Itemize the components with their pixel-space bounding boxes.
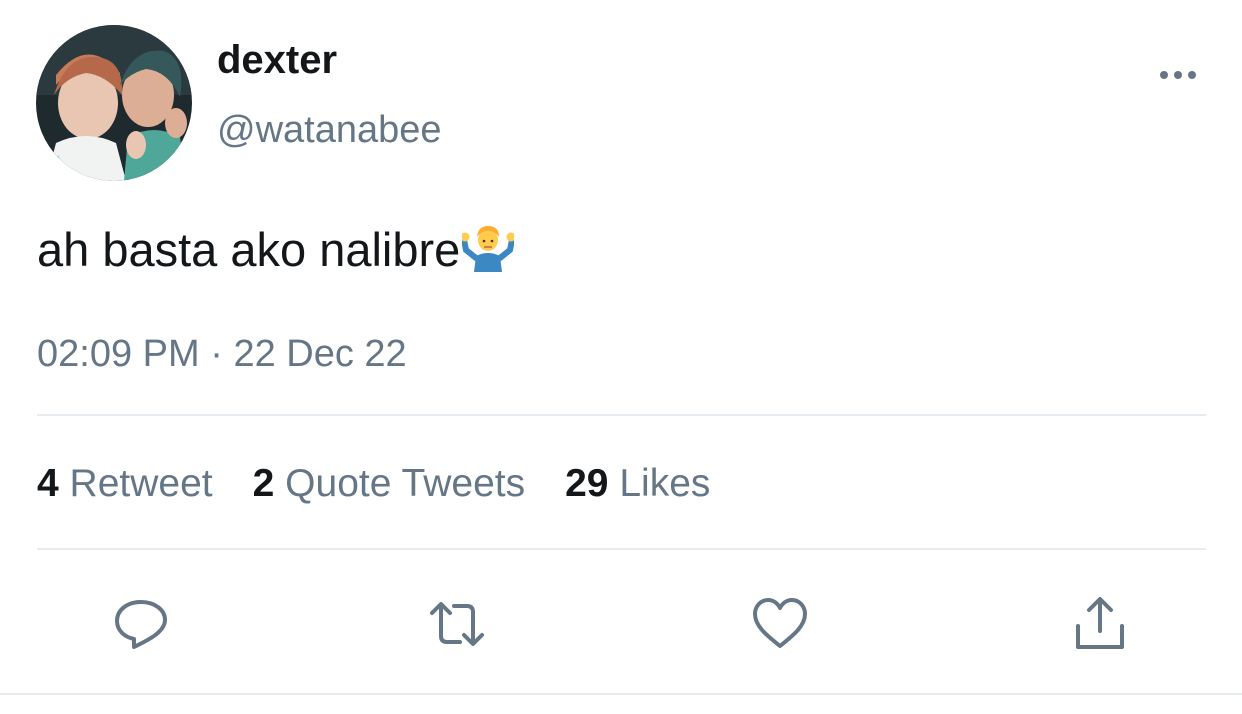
heart-icon (753, 598, 807, 648)
quote-tweets-count: 2 (252, 462, 275, 505)
user-handle[interactable]: @watanabee (217, 109, 442, 152)
man-shrugging-icon (462, 220, 515, 272)
quote-tweets-label: Quote Tweets (285, 462, 526, 505)
avatar-photo (36, 25, 192, 181)
tweet-text: ah basta ako nalibre (37, 220, 515, 277)
more-horizontal-icon (1160, 71, 1196, 79)
likes-label: Likes (619, 462, 711, 505)
tweet-text-content: ah basta ako nalibre (37, 223, 461, 276)
divider (0, 693, 1242, 695)
retweet-icon (430, 602, 484, 646)
quote-tweets-stat[interactable]: 2 Quote Tweets (253, 462, 525, 506)
display-name[interactable]: dexter (217, 38, 337, 83)
share-icon (1076, 597, 1124, 649)
avatar[interactable] (36, 25, 192, 181)
more-options-button[interactable] (1156, 60, 1200, 90)
tweet-time: 02:09 PM (37, 333, 200, 375)
retweets-stat[interactable]: 4 Retweet (37, 462, 213, 506)
tweet-timestamp[interactable]: 02:09 PM · 22 Dec 22 (37, 333, 407, 376)
likes-count: 29 (565, 462, 609, 505)
divider (37, 414, 1206, 416)
reply-icon (115, 600, 167, 649)
tweet-date: 22 Dec 22 (233, 333, 407, 375)
timestamp-separator: · (210, 333, 223, 375)
retweets-count: 4 (37, 462, 59, 505)
divider (37, 548, 1206, 550)
retweet-button[interactable] (428, 596, 486, 652)
like-button[interactable] (751, 596, 809, 652)
likes-stat[interactable]: 29 Likes (565, 462, 710, 506)
share-button[interactable] (1071, 596, 1129, 652)
retweets-label: Retweet (69, 462, 213, 505)
reply-button[interactable] (112, 596, 170, 652)
engagement-stats: 4 Retweet 2 Quote Tweets 29 Likes (37, 462, 710, 506)
